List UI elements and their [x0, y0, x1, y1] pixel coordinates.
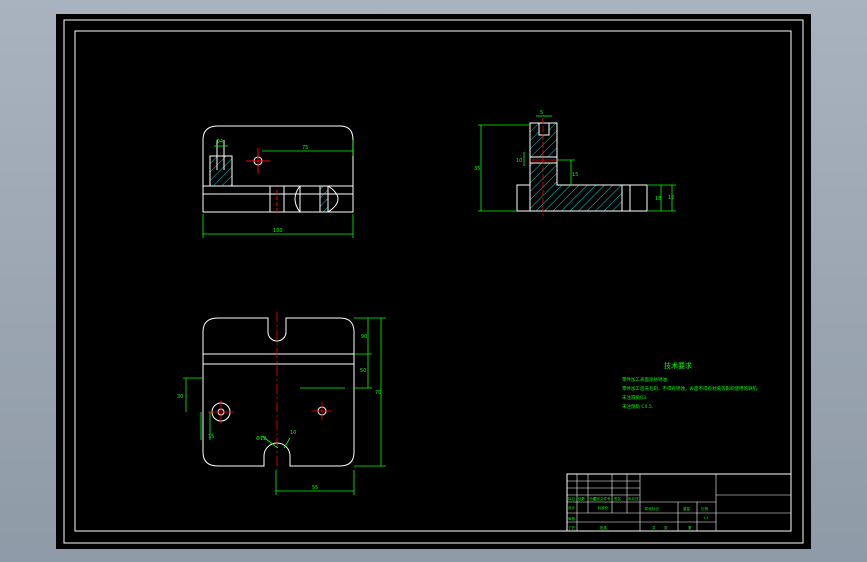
tb-label-process: 工艺	[568, 525, 576, 530]
tech-line-4: 未注倒角 C0.5.	[622, 403, 653, 410]
dim-top-r3: 70	[375, 390, 381, 396]
dim-side-right1: 18	[655, 196, 661, 202]
dim-side-mid2: 15	[572, 172, 578, 178]
dim-side-height: 35	[474, 166, 480, 172]
tb-label-scale: 比例	[701, 506, 709, 511]
tb-label-total: 共	[652, 525, 656, 530]
dim-top-r1: 90	[361, 334, 367, 340]
dim-side-top: 5	[540, 110, 543, 116]
tb-label-std: 标准化	[598, 505, 609, 510]
hatch-region	[209, 155, 233, 187]
tech-line-1: 零件加工表面涂防锈油.	[622, 376, 668, 383]
dim-front-small: Φ4	[216, 139, 223, 145]
tech-line-2: 零件加工后去毛刺，不得有锈蚀，表面不得有划痕等影响使用的缺陷.	[622, 385, 758, 392]
tb-label-stage: 阶段标记	[645, 506, 659, 511]
dim-side-right2: 12	[668, 195, 674, 201]
dim-top-r2: 50	[360, 368, 366, 374]
tb-label-count: 处数	[578, 496, 586, 501]
tb-label-weight: 重量	[683, 506, 691, 511]
tb-label-sign: 签名	[614, 496, 621, 501]
drawing-sheet	[56, 14, 811, 549]
tb-label-date: 年月日	[628, 496, 639, 501]
tb-label-no: 第	[688, 525, 692, 530]
tb-label-design: 设计	[568, 505, 576, 510]
tb-label-sheet: 张	[664, 525, 668, 530]
dim-front-right: 75	[302, 145, 308, 151]
dim-side-mid1: 10	[516, 158, 522, 164]
tb-scale-value: 1:1	[703, 516, 709, 520]
dim-top-left-h: 30	[177, 394, 183, 400]
dim-top-circle-b: 10	[290, 430, 296, 436]
dim-front-width: 100	[273, 228, 283, 234]
dim-top-circle-a: Φ12	[256, 436, 266, 442]
tech-title: 技术要求	[664, 361, 692, 370]
tb-label-docno: 更改文件号	[593, 496, 611, 501]
tb-label-review: 审核	[568, 516, 576, 521]
cad-drawing-canvas: Φ4 75 100 5 35 10 15 18 12 90 50 70 30 1…	[56, 14, 811, 549]
tb-label-mark: 标记	[568, 496, 576, 501]
dim-top-left-v: 15	[208, 434, 214, 440]
dim-top-bottom-w: 55	[312, 485, 318, 491]
tb-label-approve: 批准	[600, 525, 608, 530]
tech-line-3: 未注圆角R3.	[622, 394, 647, 401]
